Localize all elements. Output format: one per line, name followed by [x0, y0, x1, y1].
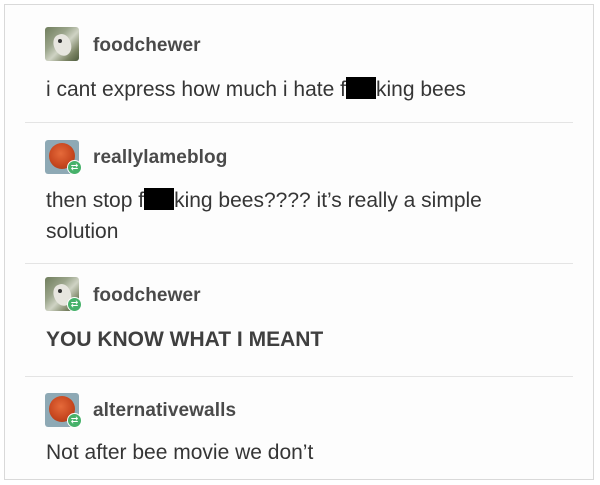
post-text-1-end: king bees [375, 78, 466, 101]
post-text-2-start: then stop f [46, 189, 145, 212]
post-divider [25, 376, 573, 377]
censor-bar [345, 77, 376, 99]
post-text-3: YOU KNOW WHAT I MEANT [46, 328, 324, 351]
post-text-4: Not after bee movie we don’t [46, 441, 314, 464]
post-text-1: i cant express how much i hate f king bee… [46, 74, 466, 105]
post-divider [25, 263, 573, 264]
post-text-1-start: i cant express how much i hate f [46, 78, 346, 101]
username-foodchewer[interactable]: foodchewer [93, 285, 201, 307]
username-foodchewer[interactable]: foodchewer [93, 35, 201, 57]
censor-bar [144, 188, 175, 210]
post-divider [25, 122, 573, 123]
username-reallylameblog[interactable]: reallylameblog [93, 147, 227, 169]
reblog-arrows-icon: ⇄ [67, 160, 82, 175]
post-text-2-line2: solution [46, 220, 119, 243]
tumblr-thread: foodchewer i cant express how much i hat… [4, 4, 594, 480]
avatar-foodchewer[interactable] [45, 27, 79, 61]
reblog-arrows-icon: ⇄ [67, 297, 82, 312]
post-text-2: then stop f king bees???? it’s really a s… [46, 185, 482, 247]
username-alternativewalls[interactable]: alternativewalls [93, 400, 236, 422]
reblog-arrows-icon: ⇄ [67, 413, 82, 428]
post-text-2-end: king bees???? it’s really a simple [174, 189, 482, 212]
